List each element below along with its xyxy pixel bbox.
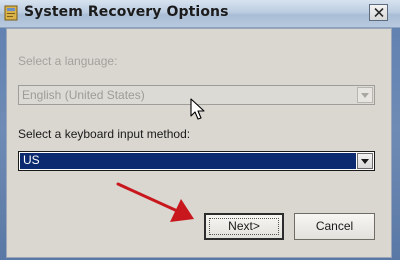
next-button[interactable]: Next> xyxy=(204,213,284,240)
cancel-button[interactable]: Cancel xyxy=(294,213,375,240)
keyboard-label: Select a keyboard input method: xyxy=(18,127,191,141)
cancel-button-label: Cancel xyxy=(315,219,354,233)
chevron-down-icon xyxy=(361,159,369,164)
focus-rectangle xyxy=(209,218,279,235)
close-button[interactable] xyxy=(369,4,388,21)
system-recovery-window: System Recovery Options Select a languag… xyxy=(0,0,400,260)
mouse-pointer-icon xyxy=(190,98,205,120)
keyboard-dropdown-button[interactable] xyxy=(357,153,373,169)
close-icon xyxy=(374,8,384,17)
dialog-body: Select a language: English (United State… xyxy=(6,28,392,258)
red-arrow-annotation xyxy=(116,182,194,222)
title-bar[interactable]: System Recovery Options xyxy=(0,0,400,28)
system-recovery-icon xyxy=(4,5,18,21)
chevron-down-icon xyxy=(361,93,369,98)
language-label: Select a language: xyxy=(18,54,118,68)
window-title: System Recovery Options xyxy=(24,4,229,20)
language-value: English (United States) xyxy=(22,88,145,102)
keyboard-value: US xyxy=(23,153,40,167)
language-dropdown-button[interactable] xyxy=(357,87,373,103)
